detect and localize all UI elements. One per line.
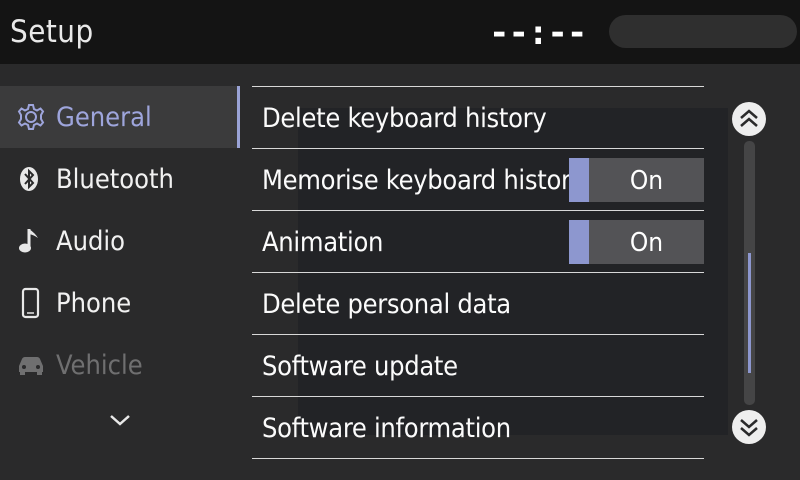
animation-toggle[interactable]: On (569, 220, 704, 264)
phone-icon (21, 287, 40, 319)
toggle-value: On (629, 166, 664, 196)
chevron-down-icon[interactable] (103, 403, 137, 437)
row-label: Animation (262, 227, 384, 258)
sidebar-item-bluetooth[interactable]: Bluetooth (0, 148, 237, 210)
header-bar: Setup --:-- (0, 0, 800, 64)
row-label: Delete keyboard history (262, 103, 547, 134)
scrollbar-thumb[interactable] (748, 253, 751, 373)
sidebar-item-audio[interactable]: Audio (0, 210, 237, 272)
sidebar-item-general[interactable]: General (0, 86, 240, 148)
sidebar-item-phone[interactable]: Phone (0, 272, 237, 334)
row-label: Software information (262, 413, 511, 444)
row-delete-keyboard-history[interactable]: Delete keyboard history (252, 86, 704, 148)
row-label: Memorise keyboard history (262, 165, 585, 196)
row-software-update[interactable]: Software update (252, 334, 704, 396)
music-note-icon (19, 229, 38, 253)
sidebar-item-label: Bluetooth (56, 164, 174, 195)
row-delete-personal-data[interactable]: Delete personal data (252, 272, 704, 334)
status-area (609, 15, 797, 48)
car-icon (19, 357, 43, 375)
toggle-value: On (629, 228, 664, 258)
sidebar-item-label: General (56, 102, 152, 133)
bluetooth-icon (20, 167, 38, 191)
row-label: Delete personal data (262, 289, 511, 320)
sidebar-item-label: Vehicle (56, 350, 143, 381)
toggle-indicator (569, 158, 589, 202)
sidebar-item-label: Audio (56, 226, 126, 257)
scrollbar[interactable] (744, 141, 755, 405)
sidebar-item-label: Phone (56, 288, 132, 319)
sidebar-item-vehicle[interactable]: Vehicle (0, 334, 237, 396)
row-animation[interactable]: Animation On (252, 210, 704, 272)
page-title: Setup (10, 14, 94, 50)
row-memorise-keyboard-history[interactable]: Memorise keyboard history On (252, 148, 704, 210)
double-chevron-down-icon[interactable] (731, 409, 767, 445)
clock: --:-- (489, 13, 587, 53)
memorise-keyboard-history-toggle[interactable]: On (569, 158, 704, 202)
toggle-indicator (569, 220, 589, 264)
row-label: Software update (262, 351, 458, 382)
row-software-information[interactable]: Software information (252, 396, 704, 459)
double-chevron-up-icon[interactable] (731, 101, 767, 137)
gear-icon (17, 104, 45, 130)
